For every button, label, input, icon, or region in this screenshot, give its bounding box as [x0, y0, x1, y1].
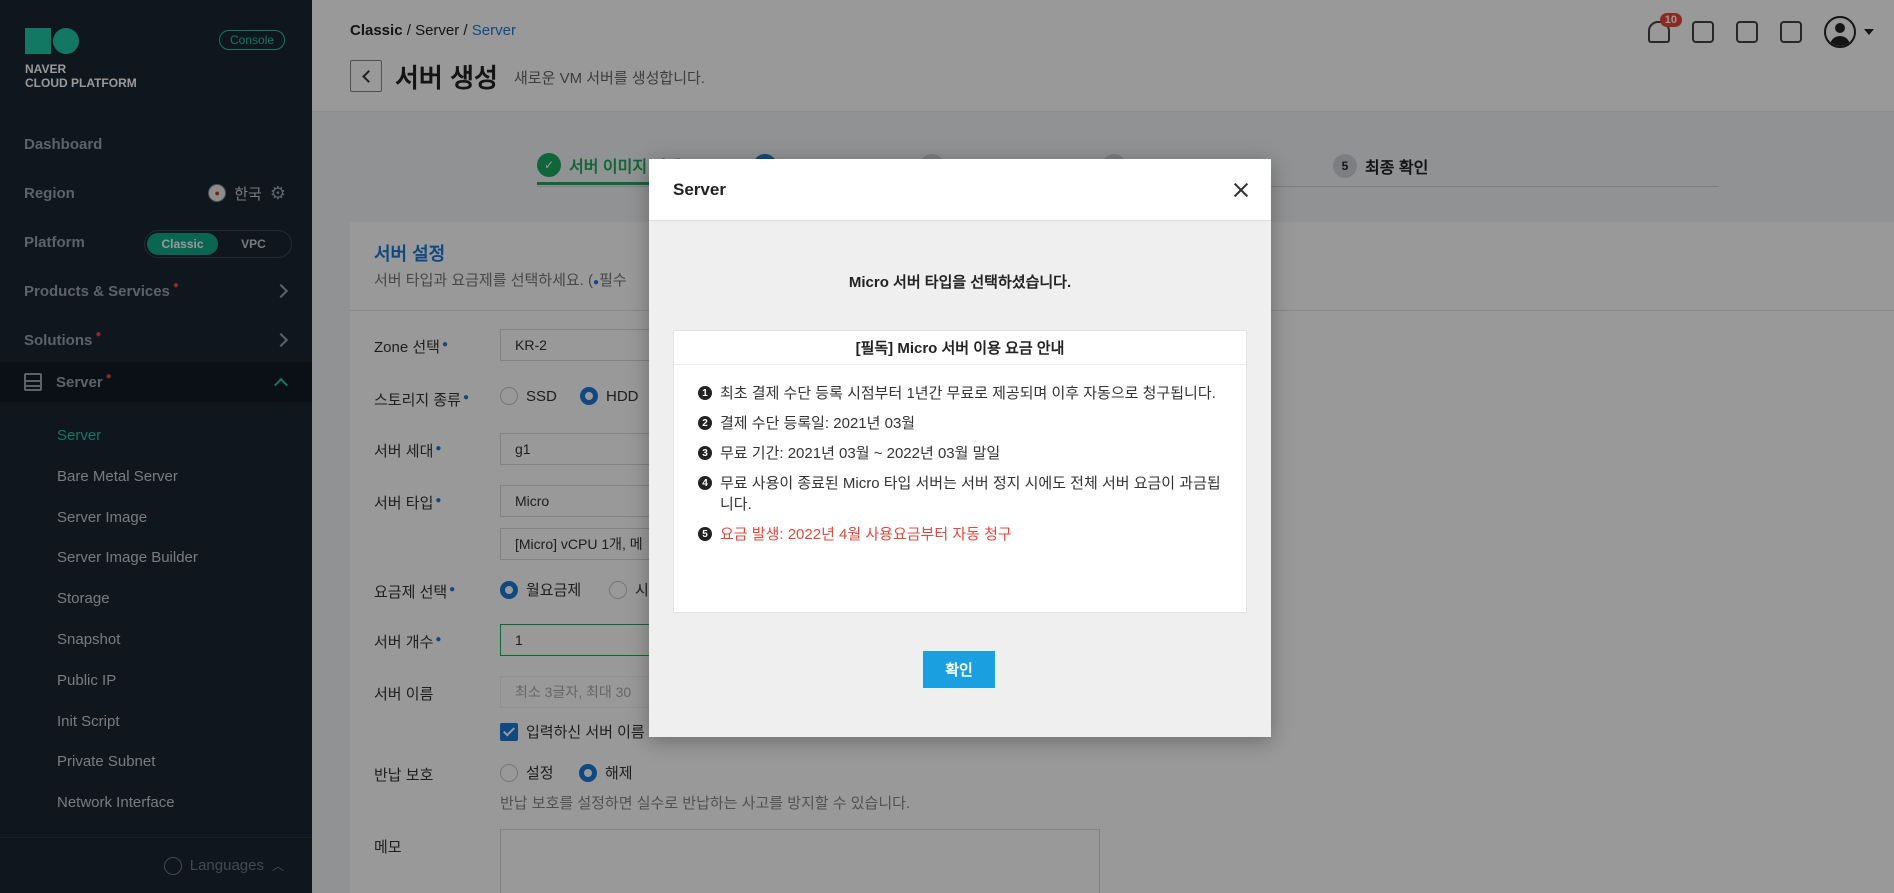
confirm-button[interactable]: 확인 — [923, 651, 995, 688]
pricing-notice: [필독] Micro 서버 이용 요금 안내 1 최초 결제 수단 등록 시점부터… — [673, 330, 1247, 613]
notice-item-highlight: 5 요금 발생: 2022년 4월 사용요금부터 자동 청구 — [698, 524, 1222, 545]
notice-list: 1 최초 결제 수단 등록 시점부터 1년간 무료로 제공되며 이후 자동으로 청… — [674, 365, 1246, 545]
close-icon[interactable] — [1233, 182, 1249, 198]
notice-title: [필독] Micro 서버 이용 요금 안내 — [674, 331, 1246, 365]
modal-message: Micro 서버 타입을 선택하셨습니다. — [848, 274, 1072, 291]
notice-item: 3 무료 기간: 2021년 03월 ~ 2022년 03월 말일 — [698, 443, 1222, 464]
notice-item: 2 결제 수단 등록일: 2021년 03월 — [698, 413, 1222, 434]
notice-item: 1 최초 결제 수단 등록 시점부터 1년간 무료로 제공되며 이후 자동으로 청… — [698, 383, 1222, 404]
micro-server-modal: Server Micro 서버 타입을 선택하셨습니다. [필독] Micro … — [649, 159, 1271, 737]
notice-item: 4 무료 사용이 종료된 Micro 타입 서버는 서버 정지 시에도 전체 서버… — [698, 473, 1222, 515]
modal-title: Server — [673, 179, 726, 199]
modal-header: Server — [649, 159, 1271, 221]
